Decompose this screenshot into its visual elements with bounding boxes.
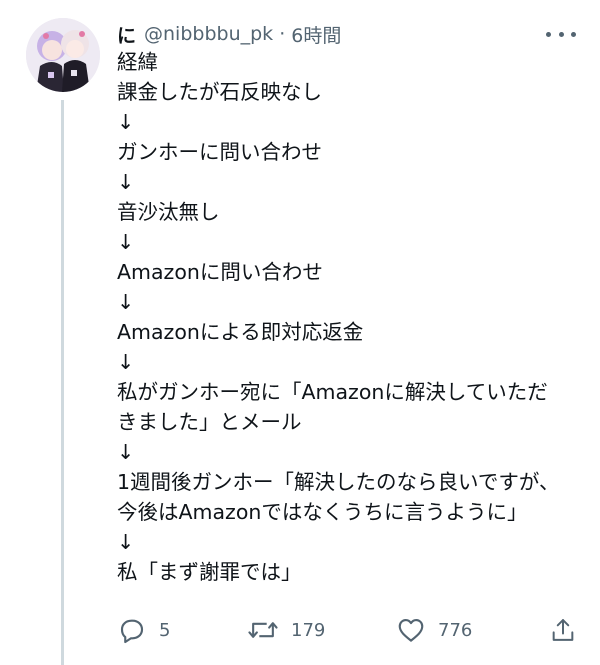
heart-icon — [398, 618, 424, 642]
tweet-text-line: 課金したが石反映なし — [117, 80, 322, 104]
tweet-text-line: Amazonによる即対応返金 — [117, 320, 364, 344]
tweet-text-line: Amazonに問い合わせ — [117, 260, 323, 284]
share-button[interactable] — [549, 614, 577, 646]
reply-icon — [120, 619, 144, 644]
avatar[interactable] — [26, 18, 100, 92]
tweet-text-line: ↓ — [117, 440, 135, 464]
tweet-text-line: ↓ — [117, 350, 135, 374]
thread-line — [61, 100, 64, 665]
tweet-text-line: 1週間後ガンホー「解決したのなら良いですが、 — [117, 470, 560, 494]
like-count: 776 — [438, 619, 473, 641]
tweet-text-line: 私がガンホー宛に「Amazonに解決していただ — [117, 380, 548, 404]
tweet-text-line: 私「まず謝罪では」 — [117, 560, 302, 584]
display-name[interactable]: に — [117, 21, 136, 48]
share-icon — [552, 619, 574, 641]
tweet-text-line: 音沙汰無し — [117, 200, 220, 224]
tweet-text: 経緯 課金したが石反映なし ↓ ガンホーに問い合わせ ↓ 音沙汰無し ↓ Ama… — [117, 47, 577, 587]
tweet-text-line: ↓ — [117, 290, 135, 314]
timestamp[interactable]: 6時間 — [291, 21, 341, 48]
tweet: に @nibbbbu_pk · 6時間 経緯 課金したが石反映なし ↓ ガンホー… — [0, 0, 600, 665]
action-bar: 5 179 776 — [117, 614, 577, 646]
tweet-text-line: ↓ — [117, 530, 135, 554]
more-horizontal-icon[interactable] — [546, 26, 576, 42]
tweet-text-line: ↓ — [117, 110, 135, 134]
like-button[interactable]: 776 — [396, 614, 472, 646]
user-handle[interactable]: @nibbbbu_pk — [144, 23, 273, 45]
tweet-text-line: 今後はAmazonではなくうちに言うように」 — [117, 500, 528, 524]
separator-dot: · — [279, 23, 286, 45]
tweet-header: に @nibbbbu_pk · 6時間 — [117, 21, 341, 48]
retweet-button[interactable]: 179 — [247, 614, 325, 646]
tweet-text-line: ガンホーに問い合わせ — [117, 140, 322, 164]
tweet-text-line: きました」とメール — [117, 410, 302, 434]
tweet-text-line: 経緯 — [117, 50, 158, 74]
reply-button[interactable]: 5 — [117, 614, 170, 646]
retweet-count: 179 — [291, 619, 326, 641]
reply-count: 5 — [159, 619, 171, 641]
tweet-text-line: ↓ — [117, 170, 135, 194]
tweet-text-line: ↓ — [117, 230, 135, 254]
retweet-icon — [248, 622, 278, 638]
avatar-illustration — [26, 18, 100, 92]
